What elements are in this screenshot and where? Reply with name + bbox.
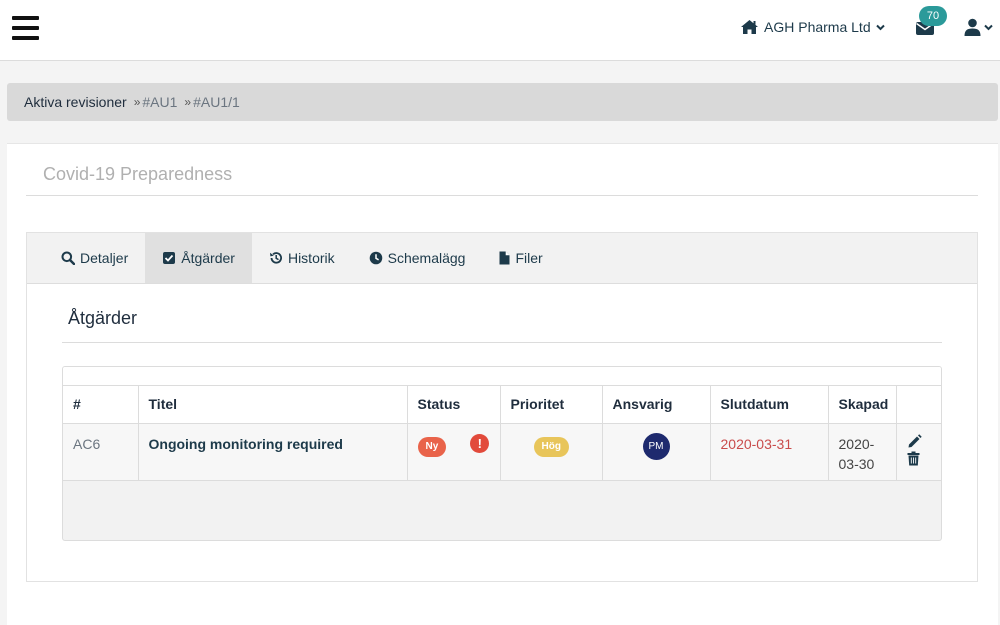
user-menu[interactable] bbox=[964, 18, 993, 36]
tab-label: Historik bbox=[287, 250, 335, 266]
cell-due-date: 2020-03-31 bbox=[710, 423, 829, 481]
table-header-row: # Titel Status Prioritet Ansvarig Slutda… bbox=[63, 386, 941, 424]
divider bbox=[62, 342, 942, 343]
table-row[interactable]: AC6 Ongoing monitoring required Ny! Hög … bbox=[63, 423, 941, 481]
tab-actions[interactable]: Åtgärder bbox=[145, 233, 252, 283]
alert-icon: ! bbox=[470, 433, 490, 453]
status-badge: Ny bbox=[417, 436, 447, 457]
company-name: AGH Pharma Ltd bbox=[764, 19, 871, 35]
checkbox-icon bbox=[163, 252, 176, 264]
breadcrumb-item-audit-revision[interactable]: #AU1/1 bbox=[193, 94, 240, 110]
cell-id: AC6 bbox=[63, 423, 139, 481]
clock-icon bbox=[369, 251, 382, 265]
breadcrumb-item-active-audits[interactable]: Aktiva revisioner bbox=[24, 94, 127, 110]
cell-responsible: PM bbox=[602, 423, 711, 481]
column-header-priority[interactable]: Prioritet bbox=[500, 386, 603, 424]
audit-card: Covid-19 Preparedness Detaljer Åtgärder bbox=[7, 143, 998, 625]
cell-status: Ny! bbox=[407, 423, 501, 481]
breadcrumb-separator: » bbox=[133, 95, 141, 109]
section-title: Åtgärder bbox=[68, 308, 138, 328]
cell-priority: Hög bbox=[500, 423, 603, 481]
column-header-status[interactable]: Status bbox=[407, 386, 501, 424]
top-navbar: AGH Pharma Ltd 70 bbox=[0, 0, 1000, 61]
tab-history[interactable]: Historik bbox=[252, 233, 352, 283]
chevron-down-icon bbox=[875, 24, 885, 30]
column-header-created[interactable]: Skapad bbox=[828, 386, 897, 424]
pencil-icon[interactable] bbox=[907, 433, 922, 449]
created-date-part: 03-30 bbox=[838, 455, 875, 472]
tabs-panel: Detaljer Åtgärder Historik Schemalägg Fi… bbox=[26, 232, 978, 582]
cell-created: 2020- 03-30 bbox=[828, 423, 897, 481]
created-date-part: 2020- bbox=[838, 435, 875, 452]
table-toolbar bbox=[63, 367, 941, 386]
tab-schedule[interactable]: Schemalägg bbox=[352, 233, 483, 283]
priority-badge: Hög bbox=[533, 436, 569, 457]
avatar: PM bbox=[642, 432, 670, 460]
file-icon bbox=[499, 251, 510, 265]
cell-title[interactable]: Ongoing monitoring required bbox=[138, 423, 408, 481]
cell-actions bbox=[896, 423, 941, 481]
history-icon bbox=[269, 252, 282, 264]
user-icon bbox=[964, 18, 981, 36]
tab-label: Schemalägg bbox=[387, 250, 466, 266]
column-header-due-date[interactable]: Slutdatum bbox=[710, 386, 829, 424]
column-header-responsible[interactable]: Ansvarig bbox=[602, 386, 711, 424]
hamburger-menu-icon[interactable] bbox=[12, 16, 39, 40]
chevron-down-icon bbox=[984, 24, 993, 30]
home-icon bbox=[741, 20, 758, 34]
breadcrumb-item-audit[interactable]: #AU1 bbox=[142, 94, 177, 110]
tab-label: Åtgärder bbox=[181, 250, 235, 266]
breadcrumb: Aktiva revisioner » #AU1 » #AU1/1 bbox=[7, 83, 998, 121]
search-icon bbox=[61, 251, 75, 265]
page-title: Covid-19 Preparedness bbox=[43, 164, 233, 184]
actions-table-container: # Titel Status Prioritet Ansvarig Slutda… bbox=[62, 366, 942, 541]
actions-table: # Titel Status Prioritet Ansvarig Slutda… bbox=[63, 386, 941, 481]
tab-details[interactable]: Detaljer bbox=[44, 233, 145, 283]
tab-files[interactable]: Filer bbox=[482, 233, 559, 283]
column-header-title[interactable]: Titel bbox=[138, 386, 408, 424]
mail-count-badge: 70 bbox=[919, 6, 947, 26]
tab-label: Filer bbox=[515, 250, 543, 266]
trash-icon[interactable] bbox=[907, 451, 920, 466]
tab-label: Detaljer bbox=[80, 250, 129, 266]
breadcrumb-separator: » bbox=[184, 95, 192, 109]
divider bbox=[26, 195, 978, 196]
tab-bar: Detaljer Åtgärder Historik Schemalägg Fi… bbox=[27, 233, 977, 284]
column-header-id[interactable]: # bbox=[63, 386, 139, 424]
company-selector[interactable]: AGH Pharma Ltd bbox=[740, 19, 885, 35]
column-header-actions bbox=[896, 386, 941, 424]
